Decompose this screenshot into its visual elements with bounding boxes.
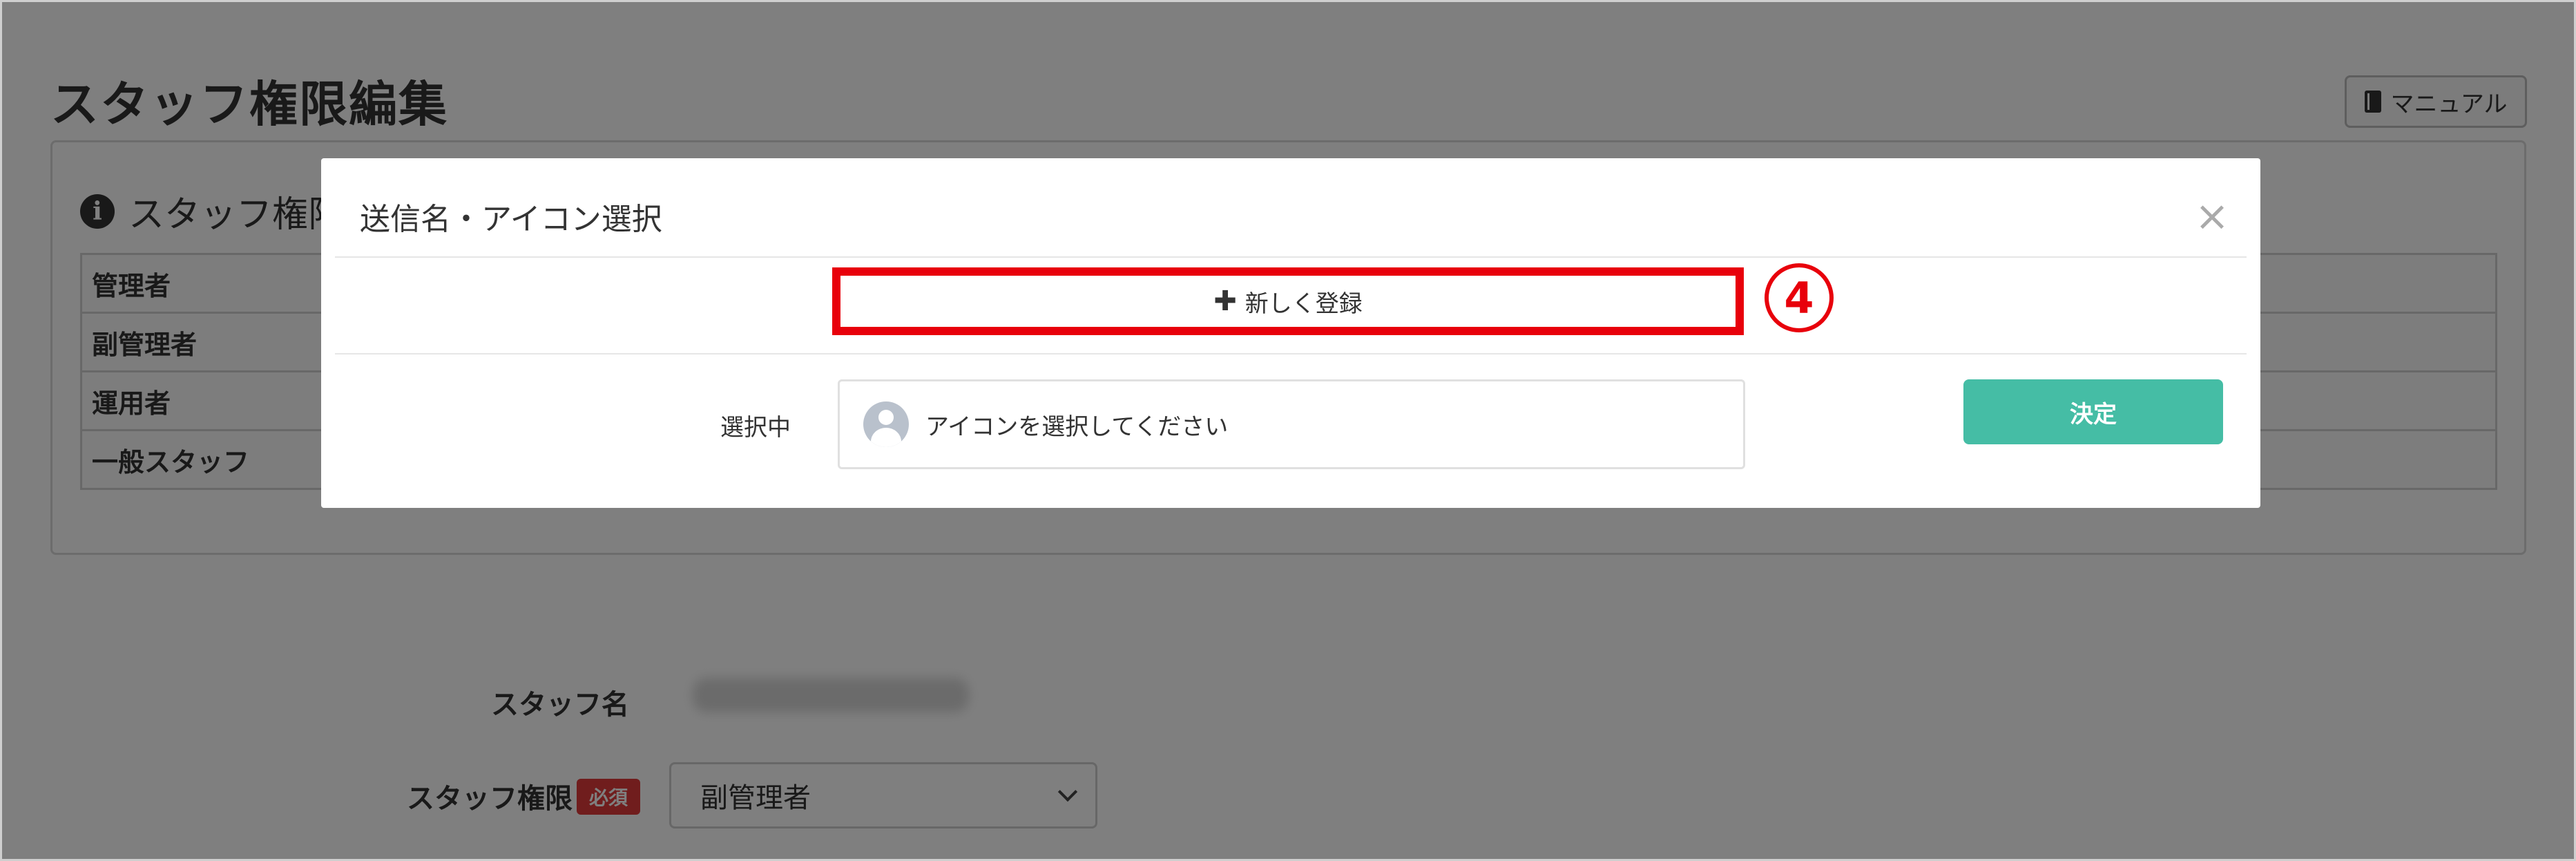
sender-icon-modal: 送信名・アイコン選択 × ✚ 新しく登録 4 選択中 アイコンを選択してください… xyxy=(321,158,2260,508)
confirm-button[interactable]: 決定 xyxy=(1963,379,2223,444)
icon-select-field[interactable]: アイコンを選択してください xyxy=(838,379,1745,469)
step-marker: 4 xyxy=(1765,263,1834,332)
plus-icon: ✚ xyxy=(1213,285,1237,317)
icon-placeholder-text: アイコンを選択してください xyxy=(925,413,1229,441)
screenshot-frame: スタッフ権限編集 マニュアル i スタッフ権限 管理者 副管理者 運用者 一般ス… xyxy=(0,0,2576,861)
avatar-icon xyxy=(863,401,909,447)
modal-divider xyxy=(335,256,2247,258)
modal-divider xyxy=(335,353,2247,354)
new-register-button[interactable]: ✚ 新しく登録 xyxy=(832,267,1744,335)
close-icon[interactable]: × xyxy=(2191,196,2233,237)
modal-title: 送信名・アイコン選択 xyxy=(360,202,662,237)
selected-label: 選択中 xyxy=(720,414,791,442)
new-register-label: 新しく登録 xyxy=(1244,290,1363,318)
